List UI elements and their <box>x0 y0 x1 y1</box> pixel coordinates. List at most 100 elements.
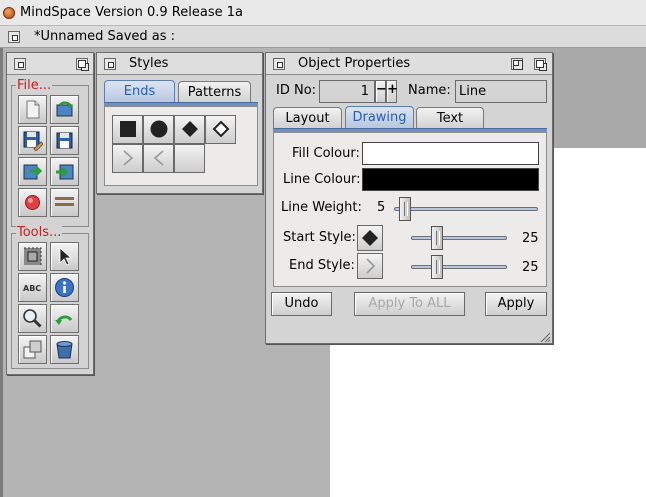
pointer-button[interactable] <box>50 242 79 271</box>
save-as-button[interactable] <box>50 126 79 155</box>
id-label: ID No: <box>276 83 317 98</box>
hollow-diamond-end-icon <box>212 120 230 138</box>
styles-window-title: Styles <box>129 56 169 71</box>
document-status: *Unnamed Saved as : <box>34 29 176 44</box>
trash-button[interactable] <box>50 335 79 364</box>
end-style-square[interactable] <box>112 115 143 144</box>
start-style-value: 25 <box>522 231 539 246</box>
drawing-panel: Fill Colour: Line Colour: Line Weight: 5… <box>273 132 547 287</box>
start-style-slider-handle[interactable] <box>431 226 443 250</box>
end-style-hollow-diamond[interactable] <box>205 115 236 144</box>
line-weight-value: 5 <box>377 200 386 215</box>
line-colour-label: Line Colour: <box>283 172 361 187</box>
svg-text:ABC: ABC <box>23 284 41 293</box>
grid-select-icon <box>24 247 42 265</box>
start-style-label: Start Style: <box>283 230 356 245</box>
end-style-circle[interactable] <box>143 115 174 144</box>
tab-patterns[interactable]: Patterns <box>178 81 251 103</box>
save-as-icon <box>56 132 73 149</box>
line-tool-icon <box>55 197 74 206</box>
apply-button[interactable]: Apply <box>485 292 547 316</box>
tools-group-label: Tools... <box>16 225 63 240</box>
name-label: Name: <box>408 83 451 98</box>
name-field[interactable]: Line <box>455 80 547 103</box>
line-weight-label: Line Weight: <box>281 200 362 215</box>
right-arrow-end-icon <box>123 150 134 166</box>
export-icon <box>56 164 74 180</box>
export-button[interactable] <box>50 157 79 186</box>
line-tool-button[interactable] <box>50 188 79 217</box>
arrow-pointer-icon <box>59 247 73 266</box>
tab-ends[interactable]: Ends <box>104 80 175 102</box>
app-title: MindSpace Version 0.9 Release 1a <box>20 5 243 20</box>
end-style-left-arrow[interactable] <box>143 144 174 173</box>
tools-window: File... Tools... ABC <box>6 52 94 375</box>
name-value: Line <box>459 84 487 99</box>
end-style-none[interactable] <box>174 144 205 173</box>
depth-icon[interactable] <box>534 58 547 71</box>
apply-to-all-button[interactable]: Apply To ALL <box>354 292 465 316</box>
info-button[interactable] <box>50 273 79 302</box>
close-window-icon[interactable] <box>14 58 26 70</box>
start-style-slider-track[interactable] <box>411 236 507 240</box>
line-weight-slider-track[interactable] <box>394 207 538 211</box>
resize-handle-icon[interactable] <box>539 331 551 343</box>
open-file-icon <box>56 101 73 117</box>
end-style-button[interactable] <box>357 253 383 279</box>
grid-select-button[interactable] <box>18 242 47 271</box>
properties-window-title-bar[interactable]: Object Properties <box>266 53 552 75</box>
id-number-value: 1 <box>360 84 369 99</box>
info-icon <box>55 278 74 297</box>
styles-window-title-bar[interactable]: Styles <box>97 53 262 75</box>
line-colour-swatch[interactable] <box>362 168 539 191</box>
diamond-end-icon <box>182 121 198 137</box>
end-style-right-arrow[interactable] <box>112 144 143 173</box>
line-weight-slider-handle[interactable] <box>399 197 411 221</box>
layers-button[interactable] <box>18 335 47 364</box>
end-style-slider-track[interactable] <box>411 265 507 269</box>
id-decrement-button[interactable]: − <box>375 80 387 103</box>
circle-end-icon <box>150 120 168 138</box>
zoom-window-icon[interactable] <box>511 58 523 70</box>
left-arrow-end-icon <box>153 150 164 166</box>
end-style-label: End Style: <box>289 258 355 273</box>
text-abc-icon: ABC <box>23 284 41 293</box>
properties-window-title: Object Properties <box>298 56 411 71</box>
start-style-button[interactable] <box>357 225 383 251</box>
zoom-button[interactable] <box>18 304 47 333</box>
fill-colour-label: Fill Colour: <box>292 146 360 161</box>
right-arrow-end-icon <box>366 258 376 274</box>
square-end-icon <box>120 121 136 137</box>
id-increment-button[interactable]: + <box>386 80 398 103</box>
diamond-end-icon <box>362 230 378 246</box>
magnify-icon <box>23 309 42 328</box>
undo-curve-icon <box>55 315 73 325</box>
close-window-icon[interactable] <box>273 58 285 70</box>
close-window-icon[interactable] <box>8 31 20 43</box>
close-window-icon[interactable] <box>104 58 116 70</box>
open-file-button[interactable] <box>50 95 79 124</box>
save-edit-button[interactable] <box>18 126 47 155</box>
undo-button[interactable]: Undo <box>271 292 332 316</box>
file-group-label: File... <box>16 78 53 93</box>
new-file-button[interactable] <box>18 95 47 124</box>
ends-panel <box>104 106 258 186</box>
layers-icon <box>23 340 42 359</box>
id-number-field[interactable]: 1 <box>319 80 375 103</box>
tab-layout[interactable]: Layout <box>273 107 342 129</box>
import-button[interactable] <box>18 157 47 186</box>
import-icon <box>23 164 43 180</box>
tab-text[interactable]: Text <box>416 107 484 129</box>
text-tool-button[interactable]: ABC <box>18 273 47 302</box>
tools-window-title-bar[interactable] <box>7 53 93 75</box>
tab-drawing[interactable]: Drawing <box>345 106 414 128</box>
fill-colour-swatch[interactable] <box>362 142 539 165</box>
depth-icon[interactable] <box>76 58 89 71</box>
undo-tool-button[interactable] <box>50 304 79 333</box>
end-style-slider-handle[interactable] <box>431 255 443 279</box>
end-style-diamond[interactable] <box>174 115 205 144</box>
empty-end-icon <box>181 149 199 167</box>
app-title-bar: MindSpace Version 0.9 Release 1a <box>0 0 646 26</box>
end-style-value: 25 <box>522 260 539 275</box>
record-button[interactable] <box>18 188 47 217</box>
